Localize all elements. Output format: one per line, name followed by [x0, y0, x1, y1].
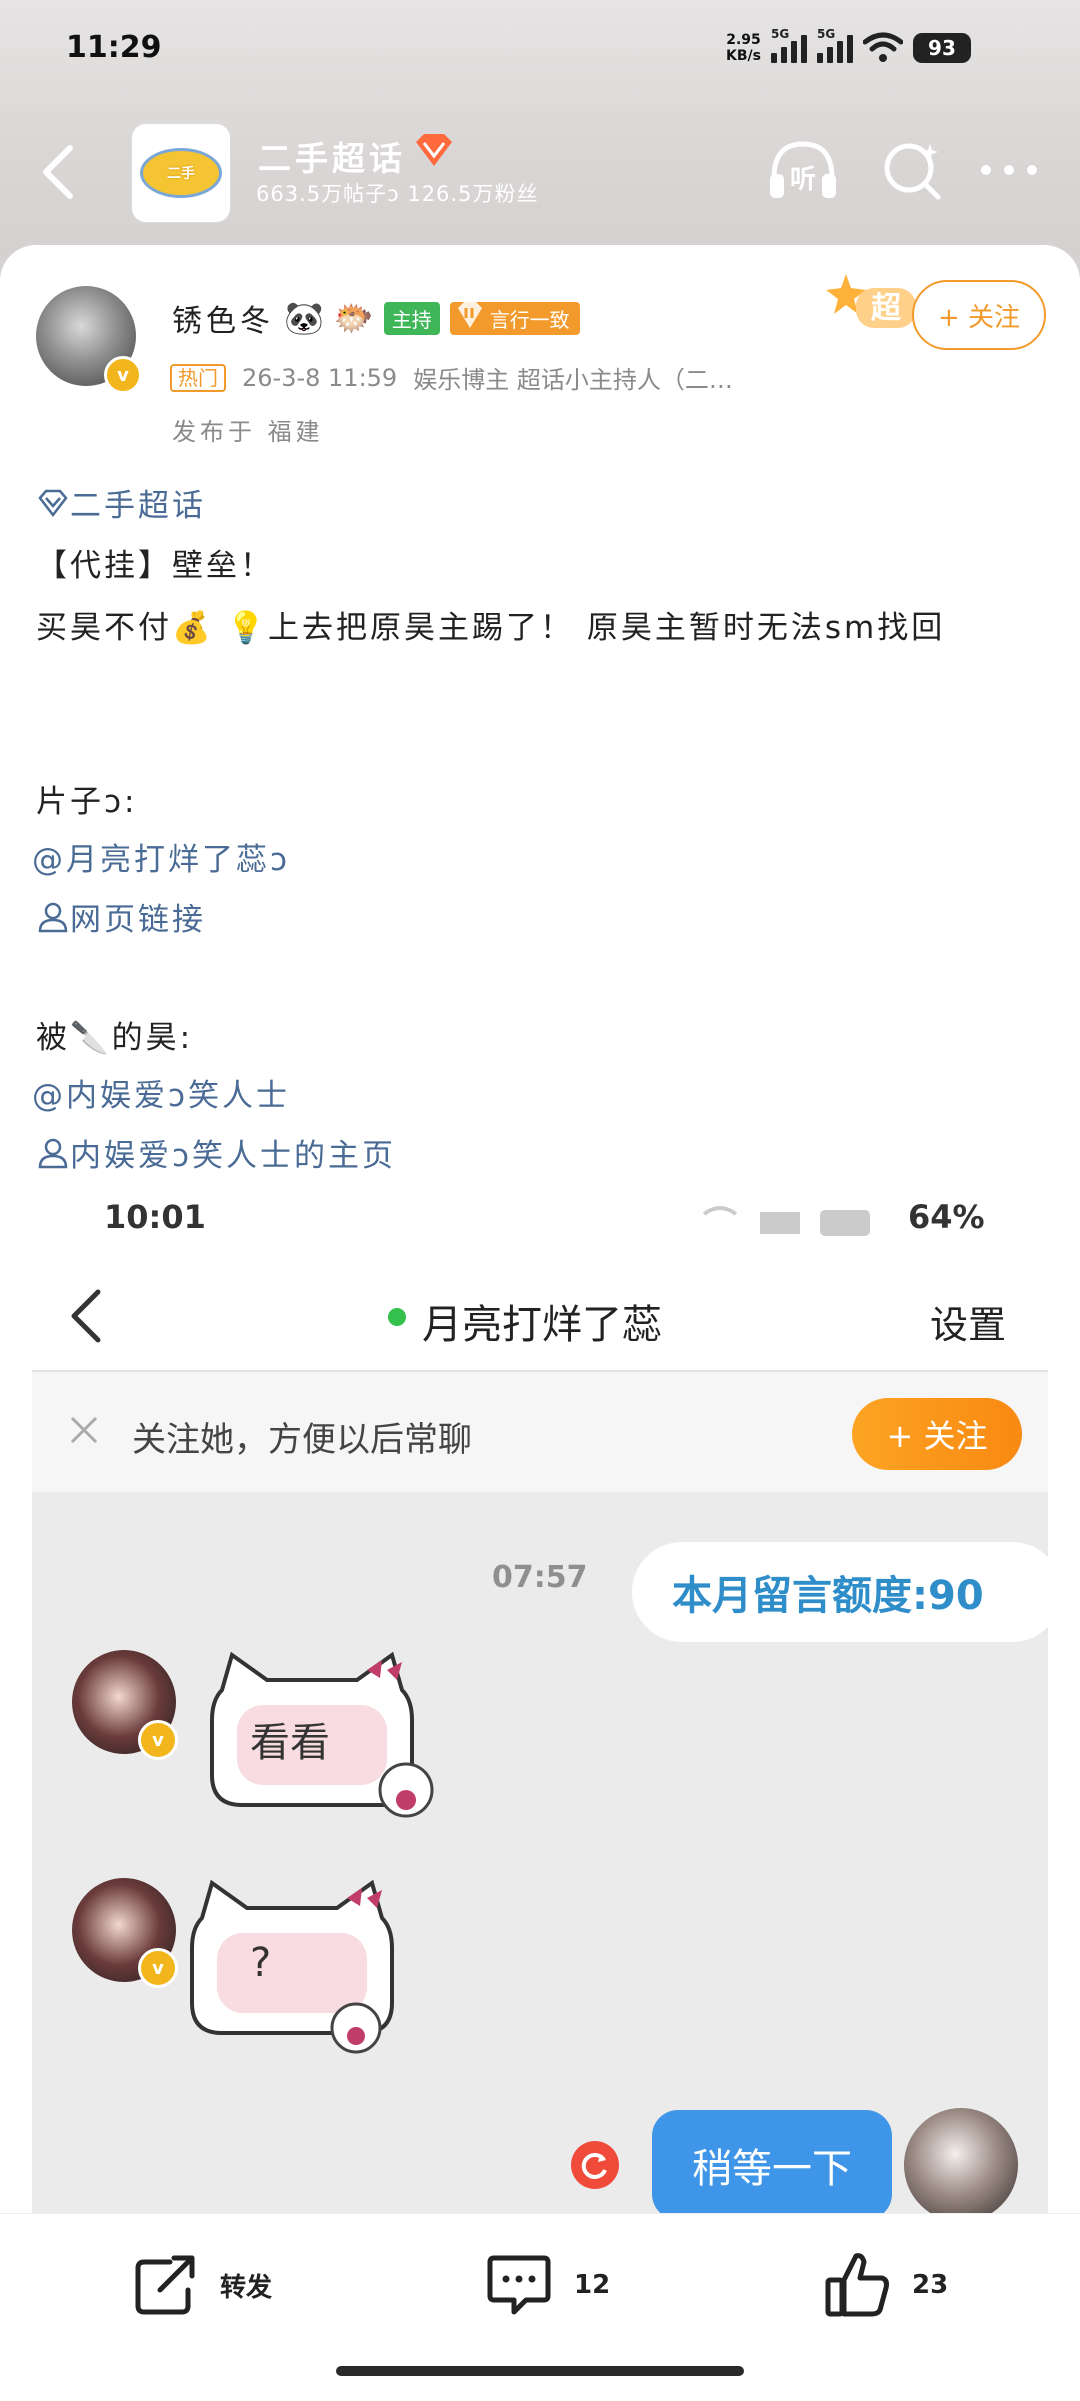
- home-indicator[interactable]: [336, 2366, 744, 2376]
- status-icons: 2.95 KB/s 5G 5G 93: [726, 24, 971, 72]
- post-timestamp: 26-3-8 11:59: [242, 363, 398, 392]
- image-status-time: 10:01: [104, 1198, 206, 1236]
- signal-icon: 5G: [816, 27, 853, 63]
- cat-bubble-icon: [190, 1879, 394, 2054]
- badge-icon: [457, 301, 482, 328]
- verified-badge-icon: v: [138, 1720, 178, 1760]
- author-row: 锈色冬 🐼 🐡 主持 言行一致: [172, 296, 580, 340]
- comment-icon: [487, 2255, 551, 2315]
- topic-logo-mark: 二手: [140, 148, 222, 198]
- follow-button[interactable]: + 关注: [912, 280, 1046, 350]
- web-link[interactable]: 网页链接: [36, 894, 206, 939]
- chat-settings: 设置: [930, 1303, 1007, 1347]
- wifi-icon: [862, 32, 903, 62]
- post-meta: 热门 26-3-8 11:59 娱乐博主 超话小主持人（二…: [170, 360, 733, 395]
- signal-icon: 5G: [770, 27, 807, 63]
- level-badge-icon: [416, 134, 452, 166]
- net-speed: 2.95 KB/s: [726, 32, 761, 64]
- quota-message: 本月留言额度:90: [632, 1542, 1048, 1642]
- chat-title: 月亮打烊了蕊: [422, 1302, 662, 1348]
- incoming-message: ?: [250, 1940, 272, 1986]
- topic-name: 二手超话: [258, 139, 406, 178]
- post-body-label: 片子ↄ:: [36, 784, 138, 820]
- topic-logo[interactable]: 二手: [132, 124, 230, 222]
- listen-icon[interactable]: 听: [766, 138, 840, 204]
- thumbs-up-icon: [825, 2253, 889, 2317]
- message-time: 07:57: [492, 1560, 588, 1595]
- post-body-line: 【代挂】壁垒！: [36, 548, 274, 584]
- hot-tag: 热门: [170, 363, 226, 392]
- profile-link[interactable]: 内娱爱ↄ笑人士的主页: [36, 1130, 396, 1175]
- retry-icon: [571, 2141, 619, 2189]
- svg-text:听: 听: [790, 165, 816, 195]
- verified-badge-icon: v: [104, 356, 142, 394]
- my-avatar: [904, 2108, 1018, 2213]
- panda-icon: 🐼: [284, 299, 324, 337]
- more-icon[interactable]: [976, 152, 1042, 188]
- user-icon: [38, 1138, 68, 1169]
- topic-stats: 663.5万帖子ↄ 126.5万粉丝: [256, 182, 539, 206]
- user-icon: [38, 902, 68, 933]
- image-battery: 64%: [908, 1198, 985, 1236]
- incoming-message: 看看: [250, 1720, 330, 1766]
- image-status-icons: [702, 1206, 870, 1236]
- close-icon: [70, 1416, 98, 1444]
- follow-prompt-text: 关注她，方便以后常聊: [132, 1420, 472, 1460]
- diamond-icon: [38, 489, 68, 518]
- like-button[interactable]: 23: [822, 2250, 948, 2320]
- online-status-icon: [388, 1308, 406, 1326]
- battery-indicator: 93: [912, 33, 971, 63]
- topic-link[interactable]: 二手超话: [36, 480, 206, 525]
- post-body-line: 买昊不付💰 💡上去把原昊主踢了！ 原昊主暂时无法sm找回: [36, 610, 946, 646]
- svg-text:超: 超: [871, 291, 902, 326]
- outgoing-message: 稍等一下: [652, 2110, 892, 2213]
- search-icon[interactable]: [880, 138, 946, 204]
- post-image[interactable]: 10:01 64% 月亮打烊了蕊 设置 关注她，方便以后常聊 + 关注 07:5…: [32, 1180, 1048, 2213]
- host-tag: 主持: [383, 301, 440, 335]
- repost-icon: [135, 2255, 195, 2315]
- repost-button[interactable]: 转发: [130, 2250, 272, 2320]
- mention-link[interactable]: @内娱爱ↄ笑人士: [32, 1070, 290, 1115]
- post-body-label: 被🔪的昊:: [36, 1020, 194, 1056]
- consistency-tag: 言行一致: [449, 301, 580, 335]
- mention-link[interactable]: @月亮打烊了蕊ↄ: [32, 834, 290, 879]
- chat-back-icon: [71, 1289, 101, 1343]
- fish-icon: 🐡: [333, 299, 374, 337]
- comment-button[interactable]: 12: [484, 2250, 610, 2320]
- chat-follow-button: + 关注: [852, 1398, 1022, 1470]
- author-name[interactable]: 锈色冬: [172, 296, 274, 340]
- post-location: 发布于 福建: [172, 418, 324, 446]
- status-time: 11:29: [66, 30, 162, 65]
- super-badge-icon: 超: [826, 274, 916, 328]
- back-arrow-icon[interactable]: [30, 140, 86, 204]
- author-roles: 娱乐博主 超话小主持人（二…: [413, 366, 733, 394]
